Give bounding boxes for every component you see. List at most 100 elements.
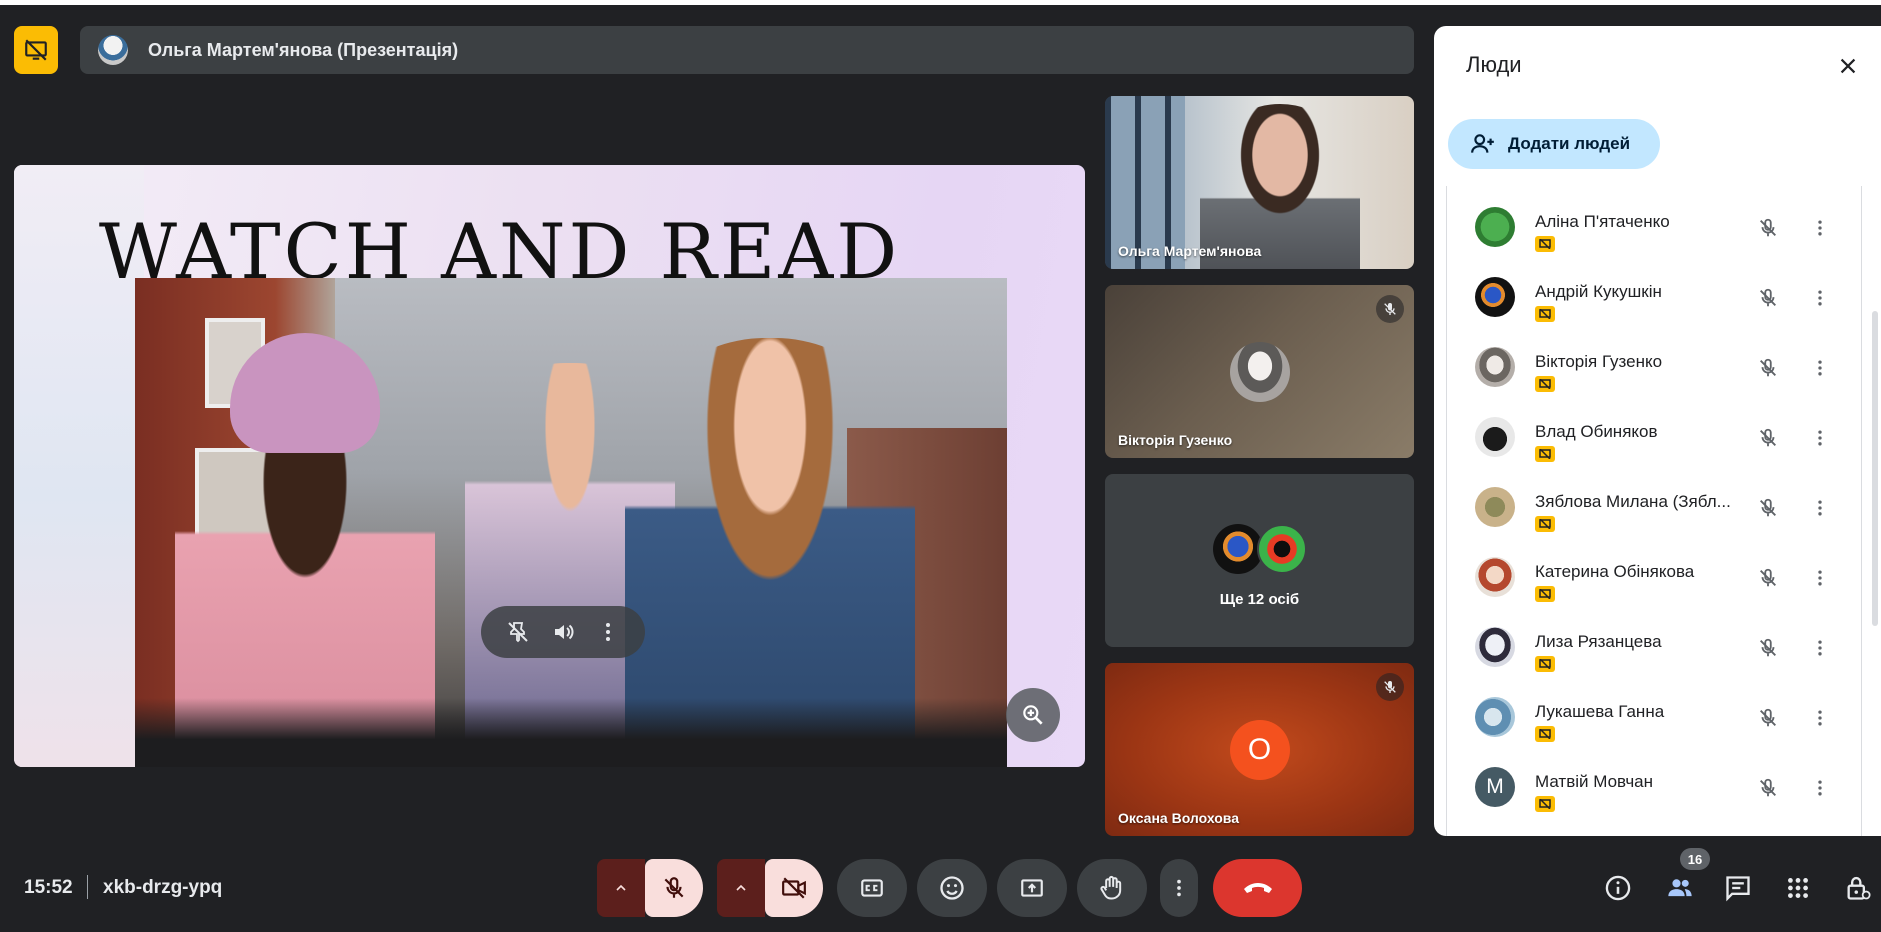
meeting-info-icon[interactable]	[1600, 870, 1636, 906]
stop-presenting-icon[interactable]	[14, 26, 58, 74]
close-icon[interactable]	[1830, 48, 1866, 84]
list-item[interactable]: Лиза Рязанцева	[1447, 606, 1863, 676]
mic-off-icon[interactable]	[1751, 561, 1785, 595]
avatar	[1475, 417, 1515, 457]
hand-icon	[1100, 876, 1122, 900]
presentation-view[interactable]: WATCH AND READ	[14, 165, 1085, 767]
presenter-avatar	[98, 35, 128, 65]
meeting-time: 15:52	[24, 877, 73, 898]
list-item[interactable]: Вікторія Гузенко	[1447, 326, 1863, 396]
more-options-icon[interactable]	[1803, 771, 1837, 805]
presenting-icon	[1535, 306, 1555, 322]
host-controls-icon[interactable]	[1840, 870, 1876, 906]
mic-off-icon[interactable]	[1751, 351, 1785, 385]
person-name: Матвій Мовчан	[1535, 772, 1654, 791]
list-item[interactable]: Зяблова Милана (Зябл...	[1447, 466, 1863, 536]
list-item[interactable]: Влад Обиняков	[1447, 396, 1863, 466]
mic-off-icon[interactable]	[1751, 491, 1785, 525]
avatar	[1475, 347, 1515, 387]
more-options-icon[interactable]	[1803, 421, 1837, 455]
participant-avatar	[1229, 341, 1290, 402]
participant-tile[interactable]: О Оксана Волохова	[1105, 663, 1414, 836]
participant-tile[interactable]: Вікторія Гузенко	[1105, 285, 1414, 458]
list-item[interactable]: Лукашева Ганна	[1447, 676, 1863, 746]
chat-icon[interactable]	[1720, 870, 1756, 906]
presenter-bar[interactable]: Ольга Мартем'янова (Презентація)	[80, 26, 1414, 74]
avatar	[1475, 697, 1515, 737]
list-item[interactable]: М Матвій Мовчан	[1447, 746, 1863, 816]
person-name: Лиза Рязанцева	[1535, 632, 1662, 651]
add-person-icon	[1471, 134, 1494, 153]
more-options-icon[interactable]	[1803, 631, 1837, 665]
presenting-icon	[1535, 656, 1555, 672]
present-now-button[interactable]	[997, 859, 1067, 917]
more-options-icon[interactable]	[1803, 281, 1837, 315]
divider	[87, 875, 88, 899]
mic-off-icon[interactable]	[1751, 211, 1785, 245]
mic-off-icon[interactable]	[1751, 701, 1785, 735]
mic-off-button[interactable]	[645, 859, 703, 917]
mic-off-icon[interactable]	[1751, 281, 1785, 315]
participant-avatars	[1213, 524, 1309, 574]
presenting-icon	[1535, 446, 1555, 462]
unpin-icon[interactable]	[506, 620, 530, 644]
presenting-icon	[1535, 796, 1555, 812]
avatar: М	[1475, 767, 1515, 807]
camera-off-button[interactable]	[765, 859, 823, 917]
more-options-icon[interactable]	[1803, 491, 1837, 525]
mic-off-icon	[664, 877, 684, 898]
mic-off-icon[interactable]	[1751, 631, 1785, 665]
more-options-icon[interactable]	[596, 620, 620, 644]
participant-count-badge: 16	[1680, 848, 1710, 870]
mic-control	[597, 859, 703, 917]
zoom-in-icon[interactable]	[1006, 688, 1060, 742]
scrollbar[interactable]	[1872, 311, 1878, 626]
video-options-button[interactable]	[717, 859, 765, 917]
add-people-button[interactable]: Додати людей	[1448, 119, 1660, 169]
camera-off-icon	[782, 877, 806, 899]
captions-button[interactable]	[837, 859, 907, 917]
person-name: Андрій Кукушкін	[1535, 282, 1662, 301]
participant-name: Оксана Волохова	[1118, 810, 1240, 826]
avatar	[1475, 207, 1515, 247]
people-icon[interactable]	[1662, 870, 1698, 906]
more-options-button[interactable]	[1160, 859, 1198, 917]
leave-call-button[interactable]	[1213, 859, 1302, 917]
people-list: Аліна П'ятаченко Андрій Кукушкін Вікторі…	[1446, 186, 1862, 836]
people-panel: Люди Додати людей Аліна П'ятаченко Андрі…	[1434, 26, 1881, 836]
emoji-icon	[940, 876, 964, 900]
list-item[interactable]: Катерина Обінякова	[1447, 536, 1863, 606]
mic-off-icon[interactable]	[1751, 421, 1785, 455]
more-options-icon[interactable]	[1803, 561, 1837, 595]
more-participants-label: Ще 12 осіб	[1219, 591, 1300, 608]
slide-video[interactable]	[135, 278, 1007, 767]
more-options-icon[interactable]	[1803, 701, 1837, 735]
more-participants-tile[interactable]: Ще 12 осіб	[1105, 474, 1414, 647]
avatar	[1475, 487, 1515, 527]
participant-avatar: О	[1229, 719, 1290, 780]
more-options-icon[interactable]	[1803, 351, 1837, 385]
more-options-icon[interactable]	[1803, 211, 1837, 245]
presenting-icon	[1535, 376, 1555, 392]
presenting-icon	[1535, 516, 1555, 532]
call-end-icon	[1243, 883, 1272, 893]
mic-off-icon[interactable]	[1751, 771, 1785, 805]
audio-options-button[interactable]	[597, 859, 645, 917]
list-item[interactable]: Аліна П'ятаченко	[1447, 186, 1863, 256]
add-people-label: Додати людей	[1508, 134, 1631, 153]
more-vert-icon	[1177, 879, 1181, 897]
volume-icon[interactable]	[551, 620, 575, 644]
activities-icon[interactable]	[1780, 870, 1816, 906]
mic-off-icon	[1376, 673, 1404, 701]
person-name: Зяблова Милана (Зябл...	[1535, 492, 1731, 511]
present-icon	[1021, 879, 1043, 897]
participant-name: Ольга Мартем'янова	[1118, 243, 1262, 259]
reactions-button[interactable]	[917, 859, 987, 917]
presenting-icon	[1535, 586, 1555, 602]
participant-tile[interactable]: Ольга Мартем'янова	[1105, 96, 1414, 269]
list-item[interactable]: Андрій Кукушкін	[1447, 256, 1863, 326]
avatar	[1475, 277, 1515, 317]
raise-hand-button[interactable]	[1077, 859, 1147, 917]
person-name: Вікторія Гузенко	[1535, 352, 1663, 371]
top-edge	[0, 0, 1881, 5]
